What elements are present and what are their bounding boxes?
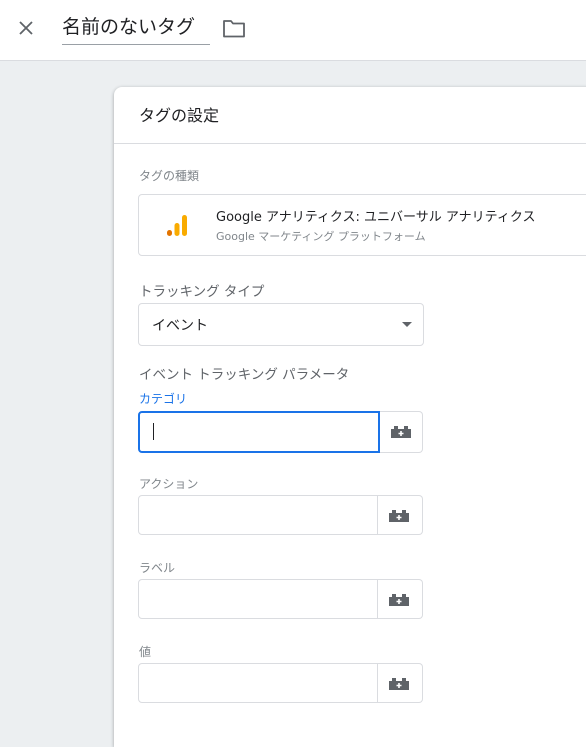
card-divider [114, 143, 586, 144]
label-field-label: ラベル [139, 561, 176, 575]
tag-type-name: Google アナリティクス: ユニバーサル アナリティクス [216, 210, 536, 225]
dropdown-arrow-icon [402, 322, 412, 327]
action-variable-button[interactable] [378, 495, 423, 535]
label-variable-button[interactable] [378, 579, 423, 619]
value-input[interactable] [138, 663, 378, 703]
value-label: 値 [139, 645, 152, 659]
tracking-type-select[interactable]: イベント [138, 303, 424, 346]
folder-button[interactable] [222, 17, 246, 39]
action-input[interactable] [138, 495, 378, 535]
variable-brick-icon [389, 594, 409, 606]
label-input[interactable] [138, 579, 378, 619]
analytics-bars-icon [167, 215, 187, 236]
variable-brick-icon [389, 678, 409, 690]
close-icon [19, 21, 33, 35]
text-cursor [153, 423, 154, 440]
action-label: アクション [139, 477, 199, 491]
tag-name-input[interactable]: 名前のないタグ [62, 12, 210, 45]
tag-configuration-card: タグの設定 タグの種類 Google アナリティクス: ユニバーサル アナリティ… [114, 87, 586, 747]
tracking-type-value: イベント [152, 318, 208, 334]
folder-icon [223, 20, 245, 38]
variable-brick-icon [389, 510, 409, 522]
event-params-label: イベント トラッキング パラメータ [139, 367, 350, 383]
tag-type-label: タグの種類 [139, 169, 200, 183]
tag-type-platform: Google マーケティング プラットフォーム [216, 230, 426, 243]
close-button[interactable] [12, 14, 40, 42]
card-title: タグの設定 [139, 106, 220, 125]
top-bar: 名前のないタグ [0, 0, 586, 61]
category-label: カテゴリ [139, 392, 188, 406]
variable-brick-icon [391, 426, 411, 438]
tag-type-selector[interactable]: Google アナリティクス: ユニバーサル アナリティクス Google マー… [138, 194, 586, 256]
category-input[interactable] [138, 411, 380, 453]
category-variable-button[interactable] [380, 411, 423, 453]
tracking-type-label: トラッキング タイプ [139, 284, 265, 300]
value-variable-button[interactable] [378, 663, 423, 703]
